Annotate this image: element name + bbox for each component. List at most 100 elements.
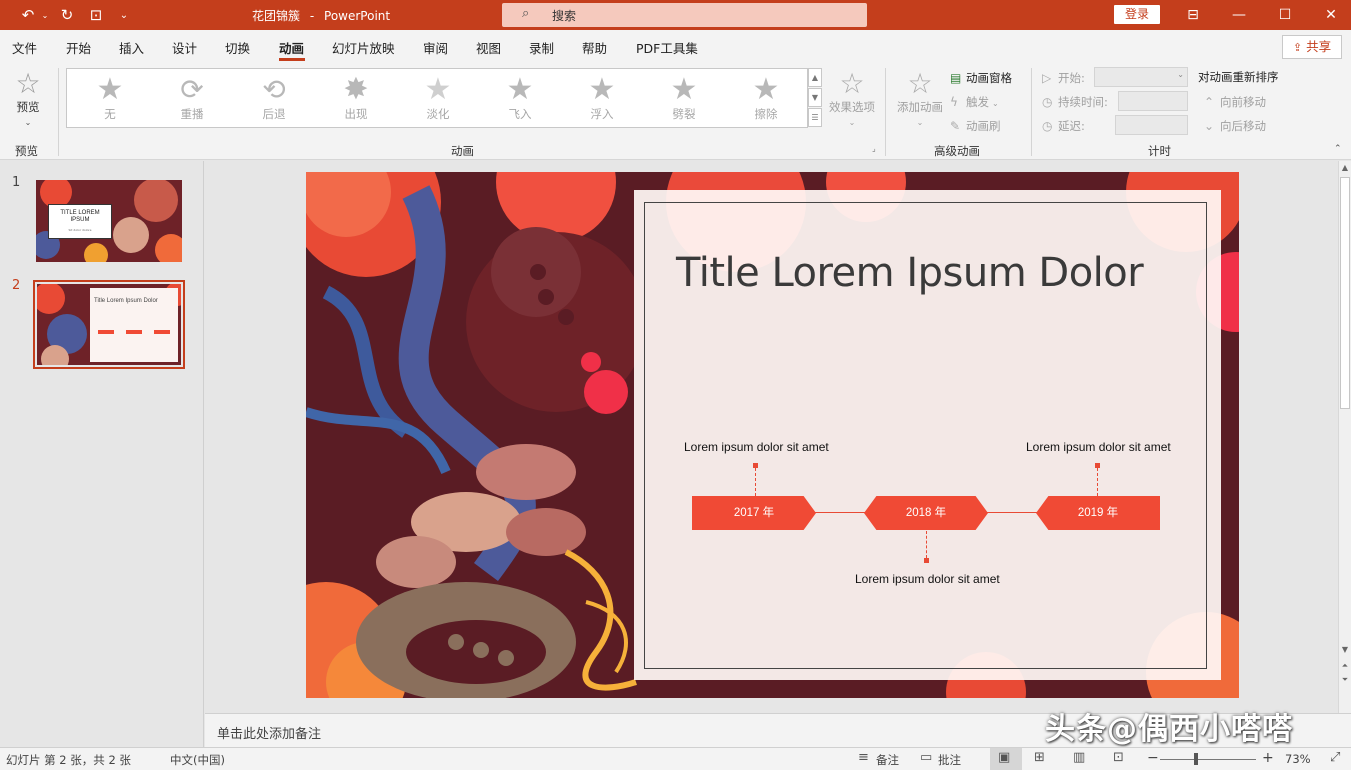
search-box[interactable]: ⌕ 搜索: [502, 3, 867, 27]
scroll-up-icon[interactable]: ▲: [1339, 163, 1351, 172]
preview-button[interactable]: ☆ 预览 ⌄: [8, 68, 48, 130]
group-label-preview: 预览: [15, 144, 38, 158]
thumbnail-year-marker: [98, 330, 114, 334]
normal-view-icon[interactable]: ▣: [998, 750, 1010, 765]
zoom-out-button[interactable]: −: [1147, 750, 1159, 766]
delay-label-row: ◷ 延迟:: [1042, 118, 1085, 134]
preview-label: 预览: [16, 100, 40, 114]
tab-record[interactable]: 录制: [529, 38, 554, 57]
animation-pane-label: 动画窗格: [966, 71, 1012, 85]
tab-help[interactable]: 帮助: [582, 38, 607, 57]
ribbon-display-icon[interactable]: ⊟: [1178, 3, 1208, 27]
timeline-year-2017[interactable]: 2017 年: [692, 496, 816, 530]
animation-float-in[interactable]: ★ 浮入: [567, 73, 637, 125]
tab-file[interactable]: 文件: [12, 38, 37, 57]
maximize-icon[interactable]: ☐: [1270, 3, 1300, 27]
next-slide-icon[interactable]: ⏷: [1339, 675, 1351, 685]
animation-fly-in[interactable]: ★ 飞入: [485, 73, 555, 125]
duration-input[interactable]: [1118, 91, 1188, 111]
delay-input[interactable]: [1115, 115, 1188, 135]
comment-icon[interactable]: ▭: [920, 750, 932, 765]
move-later-button[interactable]: ⌄ 向后移动: [1204, 118, 1266, 134]
scrollbar-thumb[interactable]: [1340, 177, 1350, 409]
undo-icon[interactable]: ↶: [18, 5, 38, 25]
animation-none[interactable]: ★ 无: [75, 73, 145, 125]
thumbnail-title: Title Lorem Ipsum Dolor: [94, 298, 158, 304]
slide-thumbnail-2[interactable]: Title Lorem Ipsum Dolor: [33, 280, 185, 369]
trigger-button[interactable]: ϟ 触发 ⌄: [950, 94, 999, 110]
fit-slide-icon[interactable]: ⤢: [1330, 750, 1340, 765]
animation-split[interactable]: ★ 劈裂: [649, 73, 719, 125]
previous-slide-icon[interactable]: ⏶: [1339, 661, 1351, 671]
thumbnail-content: Title Lorem Ipsum Dolor: [37, 284, 181, 365]
present-icon[interactable]: ⊡: [86, 5, 106, 25]
tab-slideshow[interactable]: 幻灯片放映: [332, 38, 395, 57]
animation-label: 飞入: [508, 107, 532, 121]
effect-options-button[interactable]: ☆ 效果选项 ⌄: [826, 68, 878, 130]
tab-home[interactable]: 开始: [66, 38, 91, 57]
tab-design[interactable]: 设计: [172, 38, 197, 57]
animation-wipe[interactable]: ★ 擦除: [731, 73, 801, 125]
tab-insert[interactable]: 插入: [119, 38, 144, 57]
slide-canvas[interactable]: Title Lorem Ipsum Dolor Lorem ipsum dolo…: [306, 172, 1239, 698]
customize-toolbar-icon[interactable]: ⌄: [116, 5, 132, 25]
gallery-scroll-up-icon[interactable]: ▲: [808, 68, 822, 87]
slide-sorter-icon[interactable]: ⊞: [1034, 750, 1045, 765]
animation-label: 浮入: [590, 107, 614, 121]
start-select[interactable]: ⌄: [1094, 67, 1188, 87]
vertical-scrollbar[interactable]: ▲ ▼ ⏶ ⏷: [1338, 161, 1351, 713]
tab-review[interactable]: 审阅: [423, 38, 448, 57]
zoom-slider-handle[interactable]: [1194, 753, 1198, 765]
star-fade-icon: ★: [424, 72, 452, 107]
gallery-scroll-down-icon[interactable]: ▼: [808, 88, 822, 107]
redo-icon[interactable]: ↻: [57, 5, 77, 25]
notes-toggle[interactable]: 备注: [876, 752, 899, 768]
timeline-year-2019[interactable]: 2019 年: [1036, 496, 1160, 530]
collapse-ribbon-icon[interactable]: ⌃: [1334, 144, 1342, 154]
star-split-icon: ★: [670, 72, 698, 107]
move-earlier-button[interactable]: ⌃ 向前移动: [1204, 94, 1266, 110]
close-icon[interactable]: ✕: [1316, 3, 1346, 27]
timeline-line: [986, 512, 1038, 513]
undo-dropdown-icon[interactable]: ⌄: [40, 5, 50, 25]
zoom-slider[interactable]: [1160, 759, 1256, 760]
slideshow-view-icon[interactable]: ⊡: [1113, 750, 1124, 765]
animation-replay[interactable]: ⟳ 重播: [157, 73, 227, 125]
scroll-down-icon[interactable]: ▼: [1339, 645, 1351, 654]
animation-painter-button[interactable]: ✎ 动画刷: [950, 118, 1001, 134]
animation-fade[interactable]: ★ 淡化: [403, 73, 473, 125]
tab-transitions[interactable]: 切换: [225, 38, 250, 57]
trigger-dropdown-icon: ⌄: [992, 99, 999, 108]
add-animation-icon: ☆: [907, 67, 933, 100]
add-animation-label: 添加动画: [897, 100, 943, 114]
timeline-caption-2017[interactable]: Lorem ipsum dolor sit amet: [684, 440, 829, 454]
zoom-level[interactable]: 73%: [1285, 752, 1311, 766]
notes-icon[interactable]: ≡: [858, 750, 869, 765]
minimize-icon[interactable]: —: [1224, 3, 1254, 27]
clock-icon: ◷: [1042, 95, 1053, 109]
gallery-more-icon[interactable]: ☰: [808, 108, 822, 127]
group-divider: [58, 68, 59, 156]
tab-animations[interactable]: 动画: [279, 38, 304, 57]
thumbnail-year-marker: [154, 330, 170, 334]
animation-label: 淡化: [426, 107, 450, 121]
animation-pane-button[interactable]: ▤ 动画窗格: [950, 70, 1012, 86]
timeline-caption-2018[interactable]: Lorem ipsum dolor sit amet: [855, 572, 1000, 586]
reading-view-icon[interactable]: ▥: [1073, 750, 1085, 765]
language-indicator[interactable]: 中文(中国): [170, 752, 225, 768]
login-button[interactable]: 登录: [1114, 5, 1160, 24]
comments-toggle[interactable]: 批注: [938, 752, 961, 768]
timeline-year-2018[interactable]: 2018 年: [864, 496, 988, 530]
zoom-in-button[interactable]: +: [1262, 750, 1274, 766]
tab-view[interactable]: 视图: [476, 38, 501, 57]
add-animation-button[interactable]: ☆ 添加动画 ⌄: [894, 68, 946, 130]
animation-back[interactable]: ⟲ 后退: [239, 73, 309, 125]
animation-appear[interactable]: ✸ 出现: [321, 73, 391, 125]
slide-title[interactable]: Title Lorem Ipsum Dolor: [676, 250, 1144, 296]
slide-thumbnail-1[interactable]: TITLE LOREM IPSUM Sit dolor dolore: [36, 180, 182, 262]
share-button[interactable]: ⇪ 共享: [1282, 35, 1342, 59]
timeline-line: [814, 512, 866, 513]
tab-pdf-tools[interactable]: PDF工具集: [636, 38, 698, 57]
timeline-caption-2019[interactable]: Lorem ipsum dolor sit amet: [1026, 440, 1171, 454]
animations-dialog-launcher-icon[interactable]: ⌟: [872, 144, 876, 153]
